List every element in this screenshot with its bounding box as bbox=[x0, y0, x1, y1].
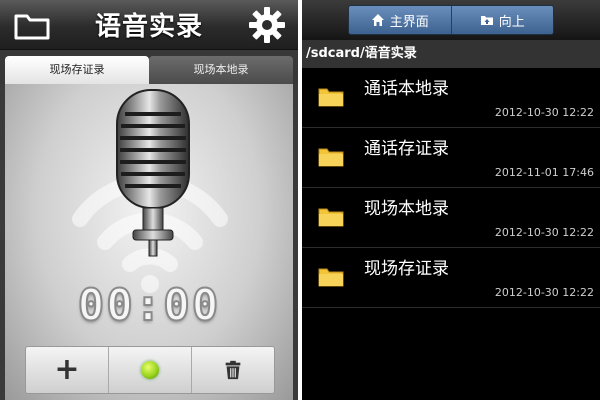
tab-onsite-local[interactable]: 现场本地录 bbox=[149, 56, 293, 84]
folder-timestamp: 2012-10-30 12:22 bbox=[494, 226, 594, 239]
list-item[interactable]: 通话存证录 2012-11-01 17:46 bbox=[302, 128, 600, 188]
folder-name: 现场存证录 bbox=[364, 259, 449, 279]
folder-icon bbox=[318, 268, 344, 287]
tab-onsite-evidence[interactable]: 现场存证录 bbox=[5, 56, 149, 84]
list-item[interactable]: 通话本地录 2012-10-30 12:22 bbox=[302, 68, 600, 128]
folder-list: 通话本地录 2012-10-30 12:22 通话存证录 2012-11-01 … bbox=[302, 68, 600, 308]
up-button[interactable]: 向上 bbox=[452, 6, 554, 34]
home-button-label: 主界面 bbox=[389, 14, 429, 30]
add-button[interactable]: + bbox=[26, 347, 109, 393]
browser-top-bar: 主界面 向上 bbox=[302, 0, 600, 40]
microphone-icon bbox=[116, 89, 190, 257]
folder-name: 现场本地录 bbox=[364, 199, 449, 219]
folder-timestamp: 2012-10-30 12:22 bbox=[494, 286, 594, 299]
folder-name: 通话本地录 bbox=[364, 79, 449, 99]
folder-icon bbox=[318, 148, 344, 167]
recording-stage: 00:00 + bbox=[5, 84, 293, 400]
title-bar: 语音实录 bbox=[0, 0, 298, 50]
plus-icon: + bbox=[54, 352, 80, 387]
recorder-screen: 语音实录 现场存证录 现场本地录 00:00 + bbox=[0, 0, 298, 400]
record-indicator bbox=[141, 361, 159, 379]
folder-up-icon bbox=[480, 16, 493, 25]
folder-icon bbox=[318, 88, 344, 107]
folder-icon bbox=[318, 208, 344, 227]
list-item[interactable]: 现场本地录 2012-10-30 12:22 bbox=[302, 188, 600, 248]
delete-button[interactable] bbox=[192, 347, 274, 393]
trash-icon bbox=[225, 360, 241, 380]
recording-timer: 00:00 bbox=[77, 279, 221, 332]
up-button-label: 向上 bbox=[498, 14, 525, 30]
folder-name: 通话存证录 bbox=[364, 139, 449, 159]
home-button[interactable]: 主界面 bbox=[349, 6, 452, 34]
folder-timestamp: 2012-11-01 17:46 bbox=[494, 166, 594, 179]
folder-timestamp: 2012-10-30 12:22 bbox=[494, 106, 594, 119]
gear-icon[interactable] bbox=[248, 6, 286, 44]
recorder-toolbar: + bbox=[25, 346, 275, 394]
file-browser-screen: 主界面 向上 /sdcard/语音实录 通话本地录 2012-10-30 12:… bbox=[302, 0, 600, 400]
current-path: /sdcard/语音实录 bbox=[302, 40, 600, 68]
record-button[interactable] bbox=[109, 347, 192, 393]
list-item[interactable]: 现场存证录 2012-10-30 12:22 bbox=[302, 248, 600, 308]
recorder-tabs: 现场存证录 现场本地录 bbox=[5, 56, 293, 84]
home-icon bbox=[371, 14, 384, 26]
nav-button-group: 主界面 向上 bbox=[348, 5, 554, 35]
